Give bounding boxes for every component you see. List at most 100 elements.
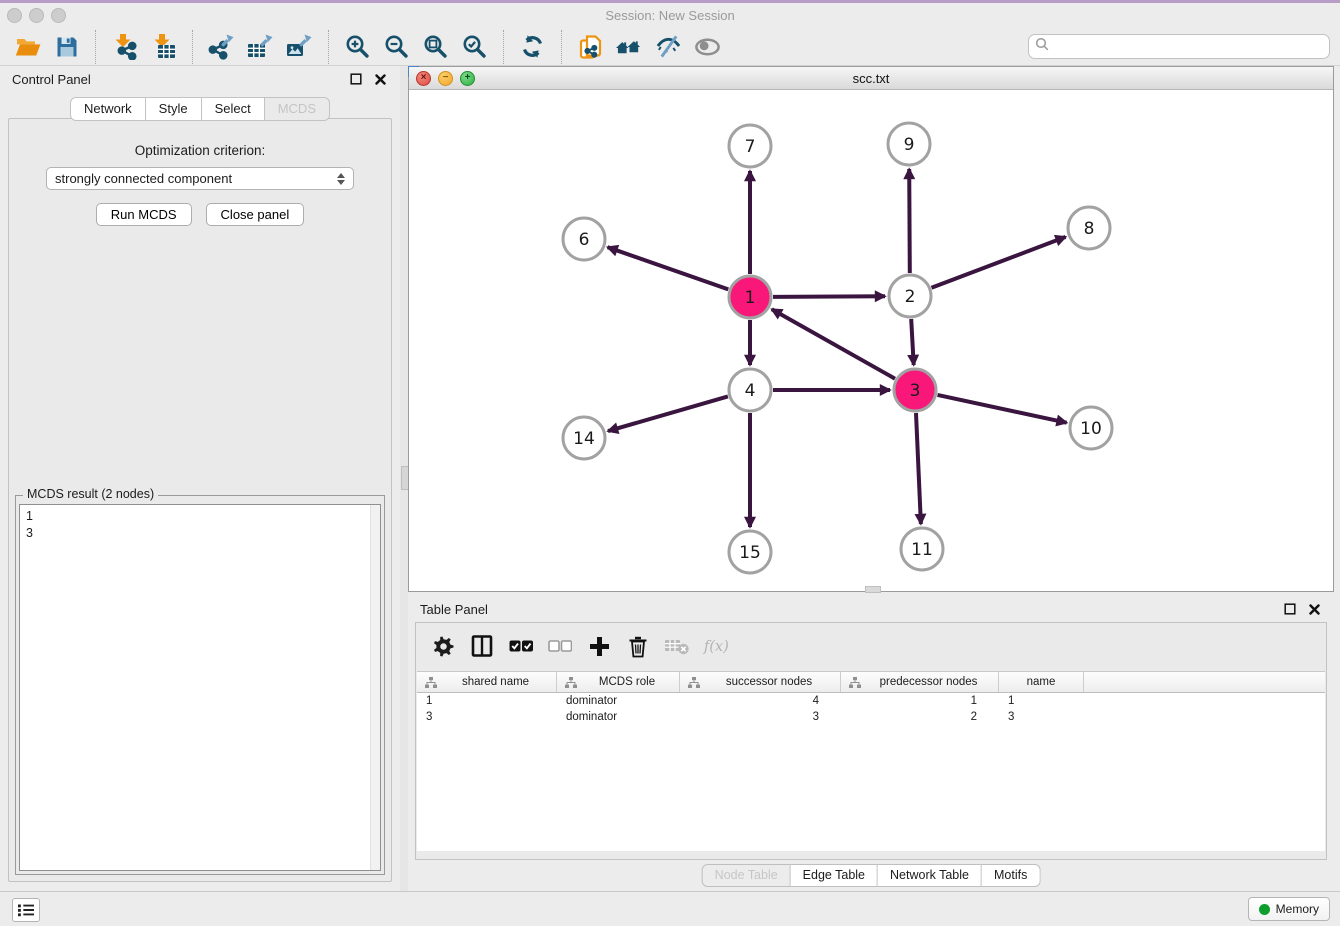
- open-session-button[interactable]: [14, 33, 41, 61]
- svg-text:2: 2: [905, 287, 916, 307]
- tab-network[interactable]: Network: [70, 97, 146, 121]
- graph-node-15[interactable]: 15: [729, 531, 771, 573]
- toolbar-separator: [192, 30, 193, 64]
- graph-node-9[interactable]: 9: [888, 123, 930, 165]
- edge-3-10[interactable]: [938, 395, 1067, 423]
- zoom-out-button[interactable]: [383, 33, 410, 61]
- table-row[interactable]: 3dominator323: [417, 709, 1325, 725]
- tab-network-table[interactable]: Network Table: [878, 864, 982, 887]
- select-all-check-button[interactable]: [508, 633, 534, 659]
- edge-4-14[interactable]: [608, 396, 728, 431]
- table-row[interactable]: 1dominator411: [417, 693, 1325, 709]
- graph-node-14[interactable]: 14: [563, 417, 605, 459]
- node-table[interactable]: shared nameMCDS rolesuccessor nodesprede…: [417, 671, 1325, 851]
- svg-text:15: 15: [739, 543, 761, 563]
- unselect-all-check-button[interactable]: [547, 633, 573, 659]
- control-panel-tabs: NetworkStyleSelectMCDS: [0, 97, 400, 121]
- result-scrollbar[interactable]: [370, 505, 380, 870]
- cell-MCDS-role[interactable]: dominator: [557, 711, 680, 723]
- add-column-button[interactable]: [586, 633, 612, 659]
- close-table-panel-icon[interactable]: [1307, 602, 1322, 617]
- gear-button[interactable]: [430, 633, 456, 659]
- function-builder-button: f(x): [703, 633, 729, 659]
- cell-name[interactable]: 1: [999, 695, 1084, 707]
- close-panel-button[interactable]: Close panel: [206, 203, 305, 226]
- close-panel-icon[interactable]: [373, 72, 388, 87]
- memory-button[interactable]: Memory: [1248, 897, 1330, 921]
- column-header-MCDS-role[interactable]: MCDS role: [557, 672, 680, 692]
- delete-column-button[interactable]: [625, 633, 651, 659]
- network-graph-canvas[interactable]: 7 9 6 8 1 2 4 3 14 10 15 11: [409, 89, 1333, 591]
- cell-shared-name[interactable]: 3: [417, 711, 557, 723]
- save-session-button[interactable]: [53, 33, 80, 61]
- graph-node-10[interactable]: 10: [1070, 407, 1112, 449]
- tab-motifs[interactable]: Motifs: [982, 864, 1040, 887]
- cell-MCDS-role[interactable]: dominator: [557, 695, 680, 707]
- toolbar-separator: [95, 30, 96, 64]
- float-table-panel-icon[interactable]: [1282, 602, 1297, 617]
- network-window-resize-grip[interactable]: [865, 586, 881, 593]
- tab-node-table[interactable]: Node Table: [702, 864, 791, 887]
- column-header-shared-name[interactable]: shared name: [417, 672, 557, 692]
- graph-node-3[interactable]: 3: [894, 369, 936, 411]
- column-type-icon: [688, 677, 700, 688]
- cell-successor-nodes[interactable]: 3: [680, 711, 841, 723]
- graph-node-1[interactable]: 1: [729, 276, 771, 318]
- mcds-result-text[interactable]: 1 3: [19, 504, 381, 871]
- edge-2-8[interactable]: [932, 237, 1066, 288]
- edge-1-6[interactable]: [608, 247, 729, 289]
- show-all-button[interactable]: [694, 33, 721, 61]
- table-panel: Table Panel f(x) shared nameMCDS rolesuc…: [408, 596, 1334, 890]
- graph-node-6[interactable]: 6: [563, 218, 605, 260]
- export-image-button[interactable]: [286, 33, 313, 61]
- zoom-selected-button[interactable]: [461, 33, 488, 61]
- graph-node-8[interactable]: 8: [1068, 207, 1110, 249]
- import-table-button[interactable]: [150, 33, 177, 61]
- optimization-criterion-select[interactable]: strongly connected component: [46, 167, 354, 190]
- hide-selected-button[interactable]: [655, 33, 682, 61]
- graph-node-7[interactable]: 7: [729, 125, 771, 167]
- mcds-result-title: MCDS result (2 nodes): [23, 487, 158, 501]
- task-history-button[interactable]: [12, 898, 40, 922]
- edge-2-9[interactable]: [909, 169, 910, 273]
- import-network-button[interactable]: [111, 33, 138, 61]
- cell-shared-name[interactable]: 1: [417, 695, 557, 707]
- column-header-predecessor-nodes[interactable]: predecessor nodes: [841, 672, 999, 692]
- run-mcds-button[interactable]: Run MCDS: [96, 203, 192, 226]
- tab-edge-table[interactable]: Edge Table: [791, 864, 878, 887]
- graph-node-2[interactable]: 2: [889, 275, 931, 317]
- column-header-name[interactable]: name: [999, 672, 1084, 692]
- tab-style[interactable]: Style: [146, 97, 202, 121]
- export-network-button[interactable]: [208, 33, 235, 61]
- search-box[interactable]: [1028, 34, 1330, 59]
- cell-predecessor-nodes[interactable]: 1: [841, 695, 999, 707]
- edge-2-3[interactable]: [911, 319, 914, 365]
- edge-1-2[interactable]: [773, 296, 885, 297]
- zoom-in-button[interactable]: [344, 33, 371, 61]
- tab-select[interactable]: Select: [202, 97, 265, 121]
- float-panel-icon[interactable]: [348, 72, 363, 87]
- svg-text:10: 10: [1080, 419, 1102, 439]
- edge-3-11[interactable]: [916, 413, 921, 524]
- columns-view-button[interactable]: [469, 633, 495, 659]
- graph-node-11[interactable]: 11: [901, 528, 943, 570]
- zoom-fit-button[interactable]: [422, 33, 449, 61]
- search-input[interactable]: [1053, 39, 1323, 55]
- export-table-button[interactable]: [247, 33, 274, 61]
- cell-successor-nodes[interactable]: 4: [680, 695, 841, 707]
- first-neighbors-button[interactable]: [616, 33, 643, 61]
- control-panel-title: Control Panel: [12, 72, 91, 87]
- cell-name[interactable]: 3: [999, 711, 1084, 723]
- main-toolbar: [0, 28, 1340, 66]
- column-header-successor-nodes[interactable]: successor nodes: [680, 672, 841, 692]
- clone-network-button[interactable]: [577, 33, 604, 61]
- split-divider-vertical[interactable]: [400, 66, 408, 892]
- network-window-titlebar[interactable]: × − + scc.txt: [409, 67, 1333, 90]
- cell-predecessor-nodes[interactable]: 2: [841, 711, 999, 723]
- graph-node-4[interactable]: 4: [729, 369, 771, 411]
- table-panel-tabs: Node TableEdge TableNetwork TableMotifs: [702, 864, 1041, 887]
- edge-3-1[interactable]: [772, 309, 895, 378]
- apply-layout-button[interactable]: [519, 33, 546, 61]
- tab-mcds[interactable]: MCDS: [265, 97, 330, 121]
- table-header-row: shared nameMCDS rolesuccessor nodesprede…: [417, 671, 1325, 693]
